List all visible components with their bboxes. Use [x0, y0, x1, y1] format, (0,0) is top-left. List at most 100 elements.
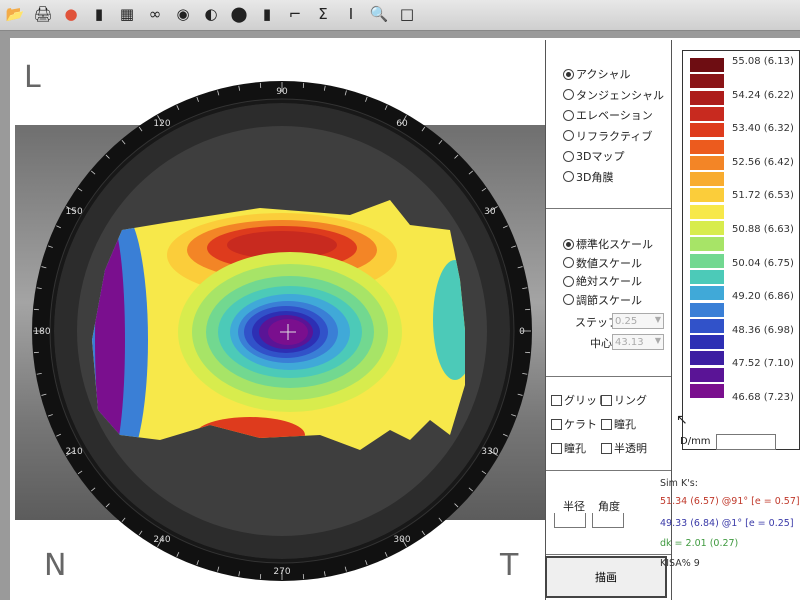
radio-label: 調節スケール — [576, 293, 642, 307]
color-scale-label: 50.88 (6.63) — [732, 224, 794, 235]
angle-icon[interactable]: ⌐ — [284, 3, 306, 25]
radio-scale-type-3[interactable]: 調節スケール — [563, 292, 642, 308]
rings-icon[interactable]: ∞ — [144, 3, 166, 25]
scale-unit: D/mm — [680, 436, 711, 447]
grid-icon[interactable]: ▦ — [116, 3, 138, 25]
radio-map-type-4[interactable]: 3Dマップ — [563, 148, 624, 164]
degree-label: 270 — [273, 567, 290, 577]
color-scale-swatch — [690, 302, 724, 317]
radio-label: 数値スケール — [576, 256, 642, 270]
degree-label: 210 — [66, 447, 83, 457]
color-scale-label: 50.04 (6.75) — [732, 257, 794, 269]
step-select[interactable]: 0.25 ▼ — [612, 313, 664, 329]
degree-label: 90 — [276, 87, 288, 97]
color-scale-label: 47.52 (7.10) — [732, 358, 794, 370]
printer-icon[interactable]: 🖨 — [32, 3, 54, 25]
color-scale-swatch — [690, 58, 724, 72]
color-scale-label: 48.36 (6.98) — [732, 324, 794, 336]
checkbox-icon — [551, 442, 562, 454]
radio-map-type-5[interactable]: 3D角膜 — [563, 169, 613, 185]
checkbox-overlay-1[interactable]: リング — [601, 392, 647, 408]
folder-icon[interactable]: 📂 — [4, 3, 26, 25]
radio-label: リフラクティブ — [576, 129, 653, 143]
checkbox-icon — [551, 394, 562, 406]
color-scale-label: 54.24 (6.22) — [732, 89, 794, 101]
sigma-icon[interactable]: Σ — [312, 3, 334, 25]
bar-icon[interactable]: ▮ — [88, 3, 110, 25]
degree-label: 300 — [393, 535, 410, 545]
color-scale-swatch — [690, 123, 724, 138]
topography-map[interactable]: 90 120 60 150 30 180 0 210 330 240 300 270 — [10, 40, 545, 600]
zoom-icon[interactable]: 🔍 — [368, 3, 390, 25]
corner-label-left: L — [24, 60, 41, 95]
checkbox-label: 瞳孔 — [614, 418, 636, 431]
radio-label: 3Dマップ — [576, 150, 625, 163]
toolbar: 📂 🖨 ● ▮ ▦ ∞ ◉ ◐ ⬤ ▮ ⌐ Σ I 🔍 □ — [0, 0, 800, 31]
color-scale-swatch — [690, 221, 724, 235]
checkbox-overlay-4[interactable]: 瞳孔 — [551, 440, 586, 456]
radio-label: エレベーション — [576, 109, 653, 122]
radio-scale-type-0[interactable]: 標準化スケール — [563, 236, 653, 252]
step-value: 0.25 — [615, 315, 638, 327]
color-scale-swatch — [690, 237, 724, 252]
corner-label-temporal: T — [500, 548, 519, 583]
draw-button[interactable]: 描画 — [545, 556, 667, 598]
radio-label: タンジェンシャル — [576, 88, 664, 102]
color-map-icon[interactable]: ● — [60, 3, 82, 25]
checkbox-overlay-5[interactable]: 半透明 — [601, 440, 647, 456]
color-scale-label: 52.56 (6.42) — [732, 156, 794, 168]
contrast-icon[interactable]: ◐ — [200, 3, 222, 25]
color-scale-swatch — [690, 335, 724, 350]
corner-label-nasal: N — [44, 548, 67, 583]
center-label: 中心 — [590, 337, 612, 350]
radio-map-type-0[interactable]: アクシャル — [563, 66, 630, 82]
degree-label: 60 — [396, 119, 408, 129]
checkbox-overlay-0[interactable]: グリッド — [551, 392, 608, 408]
circle-icon[interactable]: ⬤ — [228, 3, 250, 25]
dmm-readout-field[interactable] — [716, 434, 776, 450]
checkbox-label: 瞳孔 — [564, 442, 586, 455]
center-select[interactable]: 43.13 ▼ — [612, 334, 664, 350]
radio-label: 3D角膜 — [576, 170, 614, 184]
radio-button-icon — [563, 150, 574, 162]
window-icon[interactable]: □ — [396, 3, 418, 25]
cursor-icon[interactable]: I — [340, 3, 362, 25]
checkbox-label: ケラト — [564, 418, 597, 431]
color-scale-swatch — [690, 253, 724, 268]
radio-label: 標準化スケール — [576, 238, 653, 251]
radio-scale-type-1[interactable]: 数値スケール — [563, 255, 642, 271]
center-value: 43.13 — [615, 336, 644, 348]
checkbox-overlay-2[interactable]: ケラト — [551, 416, 597, 432]
checkbox-icon — [601, 394, 612, 406]
radius-label: 半径 — [563, 500, 585, 513]
curvature-map — [92, 200, 465, 450]
checkbox-icon — [601, 418, 612, 430]
color-scale-swatch — [690, 155, 724, 170]
color-scale-swatch — [690, 351, 724, 366]
radio-button-icon — [563, 238, 574, 250]
color-scale-swatch — [690, 106, 724, 121]
ruler-icon[interactable]: ▮ — [256, 3, 278, 25]
color-scale-swatch — [690, 269, 724, 284]
radio-map-type-3[interactable]: リフラクティブ — [563, 128, 652, 144]
color-scale-label: 51.72 (6.53) — [732, 190, 794, 202]
color-scale-swatch — [690, 204, 724, 219]
angle-field[interactable] — [592, 513, 624, 528]
radio-map-type-1[interactable]: タンジェンシャル — [563, 87, 664, 103]
color-scale-label: 53.40 (6.32) — [732, 123, 794, 135]
degree-label: 30 — [484, 207, 496, 217]
radius-field[interactable] — [554, 513, 586, 528]
radio-button-icon — [563, 89, 574, 100]
degree-label: 150 — [66, 207, 83, 217]
radio-map-type-2[interactable]: エレベーション — [563, 107, 653, 123]
radio-button-icon — [563, 294, 574, 305]
checkbox-overlay-3[interactable]: 瞳孔 — [601, 416, 636, 432]
radio-scale-type-2[interactable]: 絶対スケール — [563, 273, 642, 289]
eye-icon[interactable]: ◉ — [172, 3, 194, 25]
color-scale-label: 49.20 (6.86) — [732, 291, 794, 303]
radio-button-icon — [563, 257, 574, 268]
checkbox-icon — [601, 442, 612, 454]
cursor-icon: ↖ — [676, 412, 688, 428]
degree-label: 0 — [519, 327, 525, 337]
simk-steep: 51.34 (6.57) @91° [e = 0.57] — [660, 496, 800, 507]
